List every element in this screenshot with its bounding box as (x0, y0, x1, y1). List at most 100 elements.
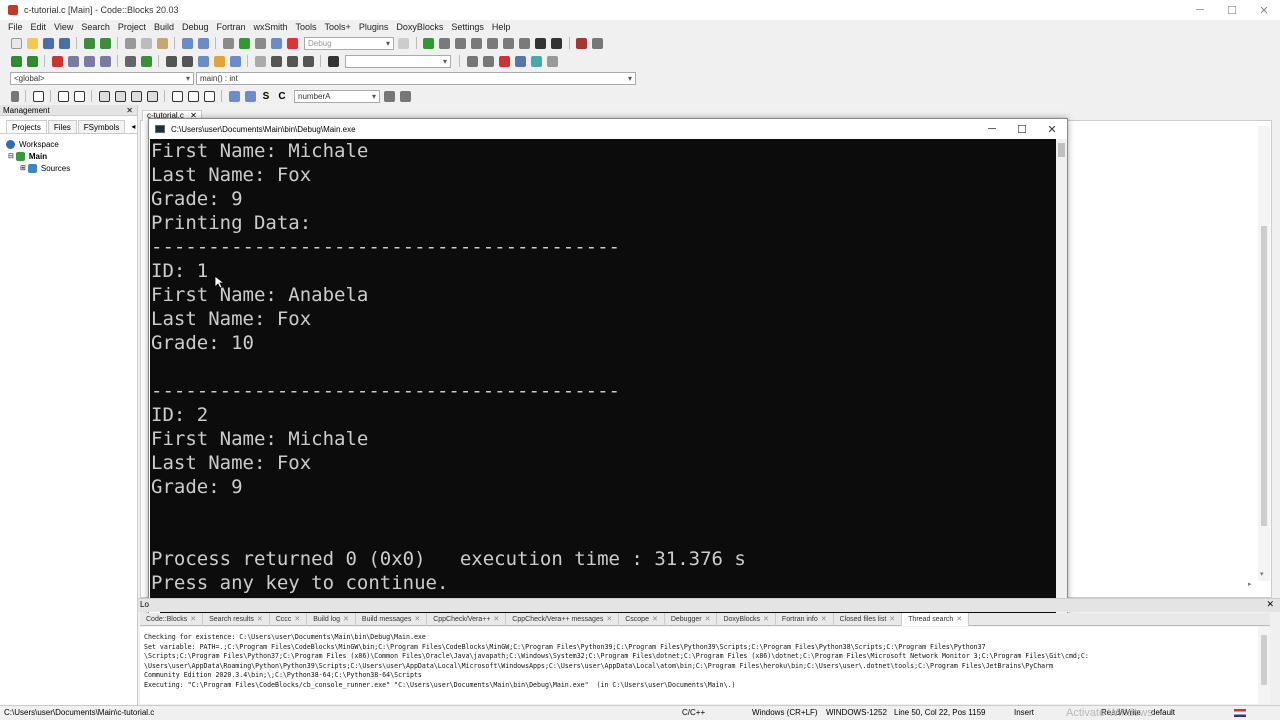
scroll-down-icon[interactable]: ▾ (1260, 570, 1264, 578)
log-tab[interactable]: Debugger ✕ (665, 612, 718, 626)
wizard-icon[interactable] (546, 55, 558, 67)
log-scrollbar[interactable] (1258, 627, 1270, 704)
expand-icon[interactable]: ⊞ (20, 164, 26, 172)
close-log-tab-icon[interactable]: ✕ (254, 613, 263, 626)
run-doxywizard-icon[interactable] (213, 55, 225, 67)
log-tab[interactable]: Code::Blocks ✕ (140, 612, 204, 626)
log-tab[interactable]: CppCheck/Vera++ ✕ (427, 612, 507, 626)
jump-icon[interactable] (140, 55, 152, 67)
step-into-icon[interactable] (471, 37, 482, 49)
log-tab[interactable]: Cscope ✕ (619, 612, 665, 626)
symbol-search-input[interactable]: numberA (294, 89, 380, 103)
menu-settings[interactable]: Settings (451, 22, 484, 32)
log-tab[interactable]: CppCheck/Vera++ messages ✕ (506, 612, 620, 626)
menu-view[interactable]: View (54, 22, 73, 32)
console-maximize-button[interactable]: ☐ (1007, 119, 1037, 139)
tree-item-main[interactable]: ⊟ Main (6, 150, 137, 162)
log-tab[interactable]: Thread search ✕ (902, 612, 970, 626)
new-file-icon[interactable] (10, 37, 22, 49)
close-log-tab-icon[interactable]: ✕ (818, 613, 827, 626)
next-bookmark-icon[interactable] (83, 55, 95, 67)
forward-arrow-icon[interactable] (26, 55, 38, 67)
build-gear-icon[interactable] (222, 37, 234, 49)
frame-icon[interactable] (32, 90, 44, 102)
close-log-tab-icon[interactable]: ✕ (886, 613, 895, 626)
toggle-breakpoint-icon[interactable] (270, 55, 282, 67)
search-icon[interactable] (384, 90, 395, 102)
toggle-bookmark-icon[interactable] (51, 55, 63, 67)
menu-doxyblocks[interactable]: DoxyBlocks (396, 22, 443, 32)
close-log-tab-icon[interactable]: ✕ (702, 613, 711, 626)
back-arrow-icon[interactable] (10, 55, 22, 67)
console-window[interactable]: C:\Users\user\Documents\Main\bin\Debug\M… (148, 118, 1068, 618)
redo-icon[interactable] (99, 37, 111, 49)
paste-icon[interactable] (156, 37, 168, 49)
run-to-line-icon[interactable] (286, 55, 298, 67)
close-log-tab-icon[interactable]: ✕ (291, 613, 300, 626)
clear-bookmarks-icon[interactable] (99, 55, 111, 67)
symbol-s-icon[interactable]: S (261, 91, 272, 102)
tab-fsymbols[interactable]: FSymbols (77, 120, 126, 133)
tree-item-sources[interactable]: ⊞ Sources (6, 162, 137, 174)
close-log-tab-icon[interactable]: ✕ (490, 613, 499, 626)
close-button[interactable]: ✕ (1248, 0, 1280, 20)
next-line-icon[interactable] (455, 37, 466, 49)
log-scroll-thumb[interactable] (1261, 635, 1267, 685)
close-management-icon[interactable]: ✕ (126, 105, 133, 116)
log-tab[interactable]: Fortran info ✕ (776, 612, 834, 626)
close-log-tab-icon[interactable]: ✕ (340, 613, 349, 626)
abbreviation-icon[interactable] (530, 55, 542, 67)
build-target-select[interactable]: Debug (304, 36, 394, 50)
step-out-icon[interactable] (487, 37, 498, 49)
thread-search-icon[interactable] (514, 55, 526, 67)
panel-icon[interactable] (57, 90, 69, 102)
textctrl-icon[interactable] (98, 90, 110, 102)
save-all-icon[interactable] (58, 37, 70, 49)
log-tab[interactable]: Cccc ✕ (270, 612, 308, 626)
sizer-icon[interactable] (73, 90, 85, 102)
comment-icon[interactable] (165, 55, 177, 67)
debug-continue-icon[interactable] (423, 37, 434, 49)
target-dialog-icon[interactable] (398, 37, 409, 49)
tab-files[interactable]: Files (47, 120, 77, 133)
tools-wrench-icon[interactable] (254, 55, 266, 67)
console-scroll-thumb[interactable] (1058, 143, 1065, 157)
menu-plugins[interactable]: Plugins (359, 22, 389, 32)
run-icon[interactable] (238, 37, 250, 49)
highlight-icon[interactable] (498, 55, 510, 67)
tree-item-workspace[interactable]: Workspace (6, 138, 137, 150)
editor-scrollbar[interactable] (1258, 126, 1270, 581)
combobox-icon[interactable] (130, 90, 142, 102)
button-widget-icon[interactable] (171, 90, 183, 102)
close-log-tab-icon[interactable]: ✕ (603, 613, 612, 626)
log-tab[interactable]: Build messages ✕ (356, 612, 428, 626)
run-to-cursor-icon[interactable] (439, 37, 450, 49)
stop-debugger-icon[interactable] (551, 37, 562, 49)
prev-bookmark-icon[interactable] (67, 55, 79, 67)
menu-file[interactable]: File (8, 22, 23, 32)
copy-icon[interactable] (140, 37, 152, 49)
prev-result-icon[interactable] (466, 55, 478, 67)
scroll-right-icon[interactable]: ▸ (1248, 580, 1252, 588)
function-select[interactable]: main() : int (196, 71, 636, 85)
code-completion-combo[interactable] (345, 54, 451, 68)
menu-debug[interactable]: Debug (182, 22, 209, 32)
console-scrollbar[interactable] (1056, 139, 1067, 617)
menu-search[interactable]: Search (81, 22, 110, 32)
log-tab[interactable]: Closed files list ✕ (834, 612, 903, 626)
menu-project[interactable]: Project (118, 22, 146, 32)
html-doc-icon[interactable] (229, 55, 241, 67)
save-icon[interactable] (42, 37, 54, 49)
toggle-widget-icon[interactable] (187, 90, 199, 102)
rebuild-icon[interactable] (270, 37, 282, 49)
scope-select[interactable]: <global> (10, 71, 194, 85)
abort-icon[interactable] (286, 37, 298, 49)
pointer-icon[interactable] (10, 90, 19, 102)
uncomment-icon[interactable] (181, 55, 193, 67)
menu-edit[interactable]: Edit (31, 22, 47, 32)
choice-icon[interactable] (114, 90, 126, 102)
menu-tools-plus[interactable]: Tools+ (325, 22, 351, 32)
console-minimize-button[interactable]: ─ (977, 119, 1007, 139)
menu-build[interactable]: Build (154, 22, 174, 32)
menu-help[interactable]: Help (492, 22, 511, 32)
